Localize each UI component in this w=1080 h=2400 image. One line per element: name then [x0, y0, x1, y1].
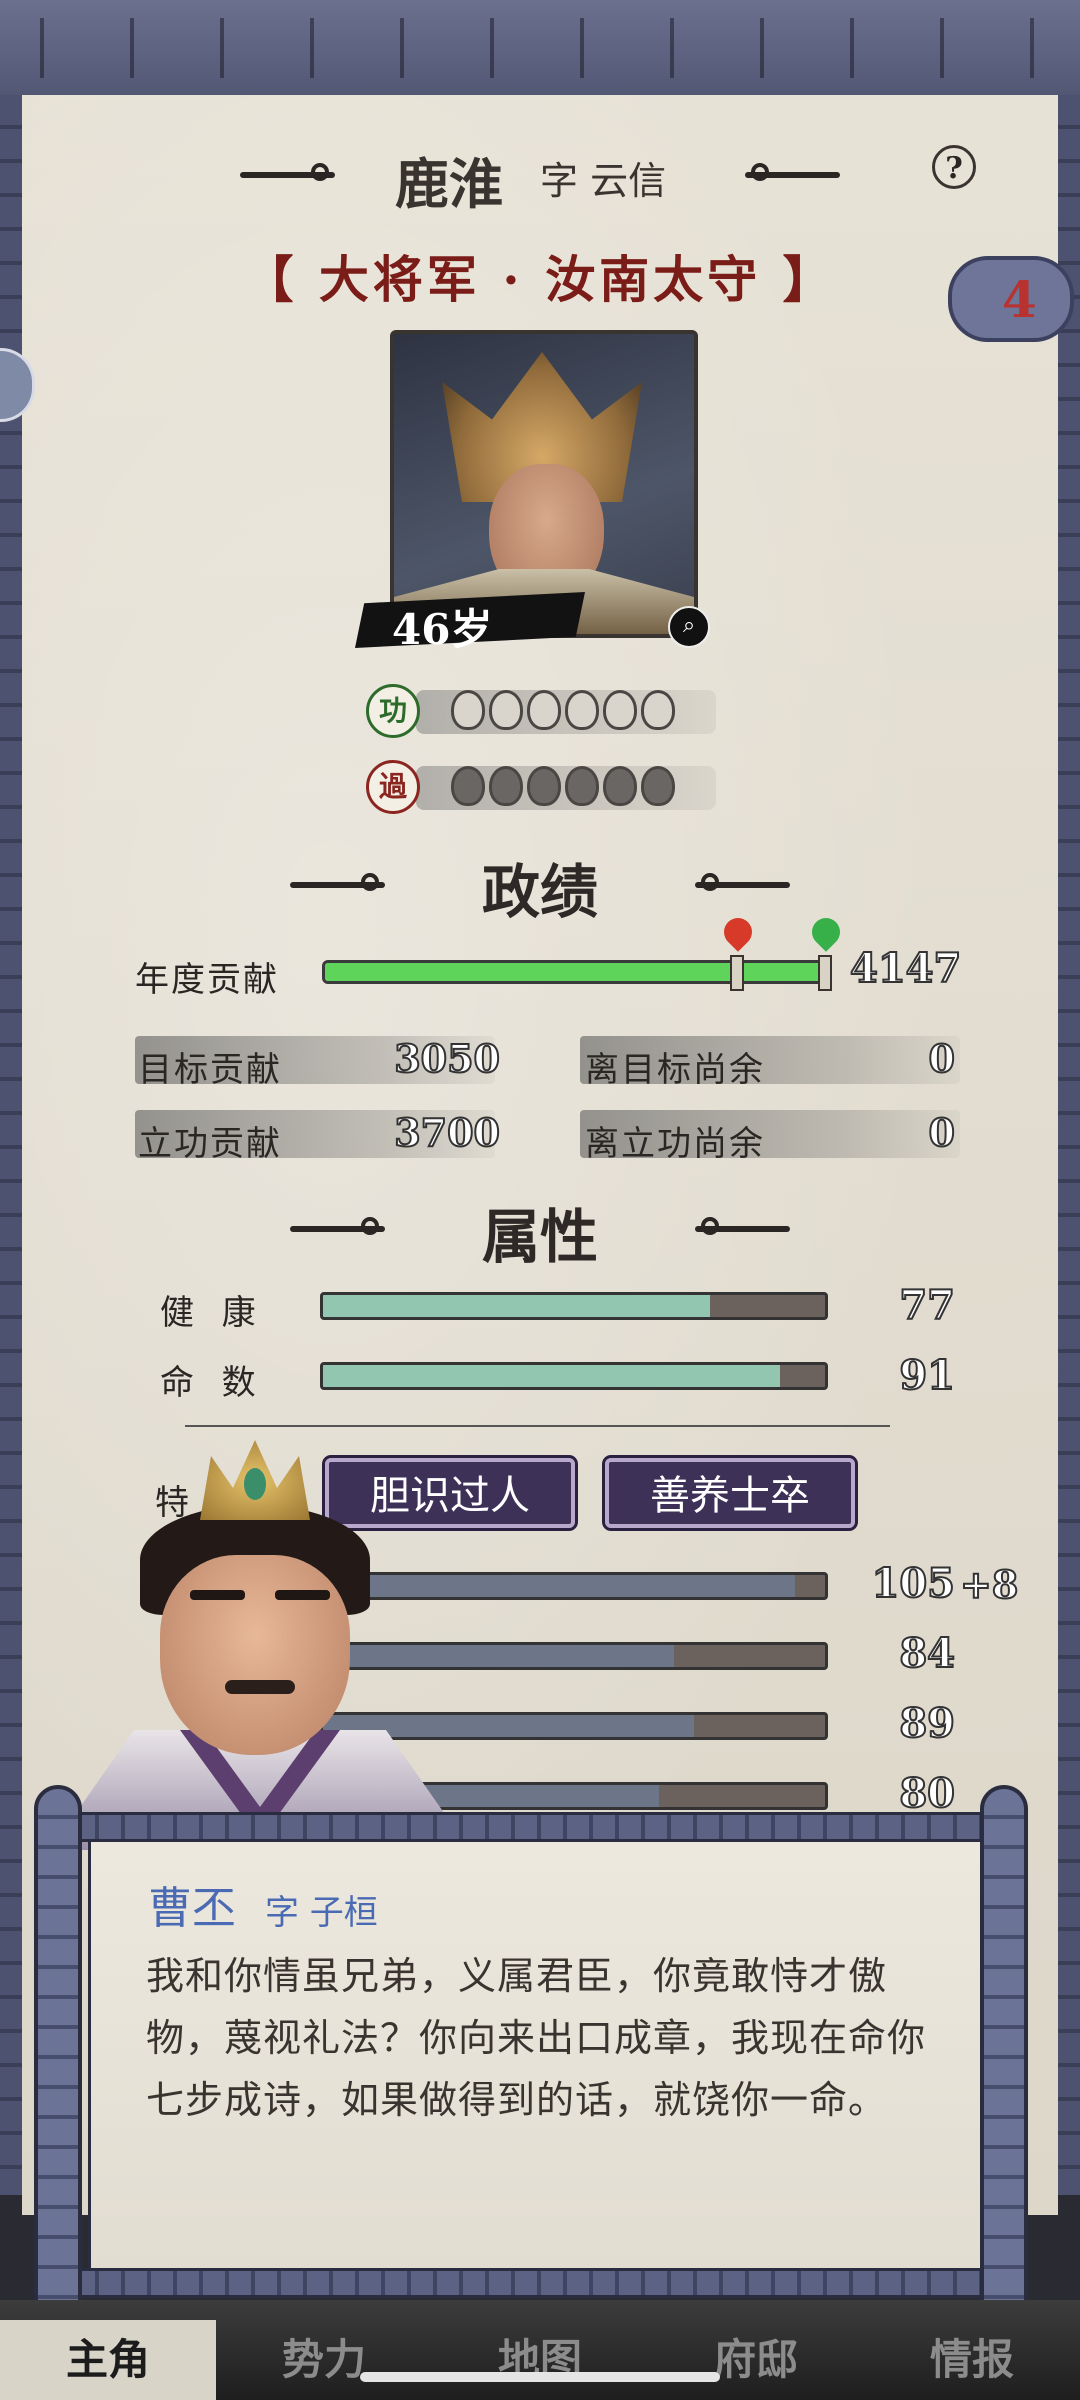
dialog-text: 我和你情虽兄弟，义属君臣，你竟敢恃才傲物，蔑视礼法？你向来出口成章，我现在命你七… — [146, 1954, 927, 2122]
right-frame-border — [1058, 95, 1080, 2195]
merit-token-icon — [489, 690, 523, 730]
speaker-crown-gem — [244, 1468, 266, 1500]
speaker-portrait — [30, 1440, 470, 1850]
attributes-section-title: 属性 — [481, 1203, 598, 1271]
trait-button[interactable]: 善养士卒 — [602, 1455, 858, 1531]
merit-seal-icon: 功 — [366, 684, 420, 738]
target-contribution-value: 3050 — [393, 1035, 501, 1082]
merit-contribution-label: 立功贡献 — [138, 1124, 282, 1164]
fate-bar-fill — [323, 1365, 780, 1387]
distance-target-value: 0 — [928, 1035, 956, 1082]
section-divider — [185, 1425, 890, 1427]
scroll-top-band — [70, 1812, 1010, 1842]
annual-contribution-fill — [325, 963, 825, 981]
home-indicator[interactable] — [360, 2372, 720, 2382]
merit-row: 功 — [366, 684, 716, 738]
speaker-mustache — [225, 1680, 295, 1694]
performance-section-title: 政绩 — [481, 858, 598, 926]
scroll-right-rod — [980, 1785, 1028, 2330]
demerit-token-icon — [451, 766, 485, 806]
distance-target-label: 离目标尚余 — [585, 1050, 765, 1090]
merit-marker — [818, 955, 832, 991]
demerit-seal-icon: 過 — [366, 760, 420, 814]
health-bar-fill — [323, 1295, 710, 1317]
nav-tab-mansion[interactable]: 府邸 — [648, 2320, 864, 2400]
demerit-row: 過 — [366, 760, 716, 814]
target-marker — [730, 955, 744, 991]
demerit-token-icon — [565, 766, 599, 806]
merit-contribution-value: 3700 — [393, 1109, 501, 1156]
age-text: 46岁 — [392, 605, 493, 654]
nav-tab-faction[interactable]: 势力 — [216, 2320, 432, 2400]
scroll-bottom-band — [70, 2268, 1010, 2298]
annual-contribution-bar — [322, 960, 828, 984]
fate-label: 命 数 — [160, 1363, 258, 1403]
help-button[interactable]: ? — [932, 145, 976, 189]
demerit-token-icon — [603, 766, 637, 806]
demerit-token-icon — [527, 766, 561, 806]
speaker-face — [160, 1555, 350, 1755]
distance-merit-value: 0 — [928, 1109, 956, 1156]
dialog-speaker-name: 曹丕 — [148, 1883, 236, 1934]
stat-value: 89 — [898, 1699, 956, 1748]
merit-tokens — [451, 690, 675, 730]
merit-token-icon — [527, 690, 561, 730]
demerit-token-icon — [489, 766, 523, 806]
distance-merit-label: 离立功尚余 — [585, 1124, 765, 1164]
character-portrait[interactable] — [390, 330, 698, 638]
character-name-row: 鹿淮 字 云信 — [0, 140, 1080, 216]
speaker-brow — [275, 1590, 330, 1600]
speaker-brow — [190, 1590, 245, 1600]
character-courtesy-name: 字 云信 — [540, 159, 667, 203]
annual-contribution-value: 4147 — [849, 944, 962, 993]
health-label: 健 康 — [160, 1293, 258, 1333]
scroll-left-rod — [34, 1785, 82, 2330]
nav-tab-protagonist[interactable]: 主角 — [0, 2320, 216, 2400]
merit-token-icon — [641, 690, 675, 730]
health-bar — [320, 1292, 828, 1320]
dialog-speaker-courtesy: 字 子桓 — [265, 1893, 378, 1933]
demerit-token-icon — [641, 766, 675, 806]
stat-value: 105 — [871, 1559, 957, 1608]
merit-token-icon — [451, 690, 485, 730]
annual-contribution-label: 年度贡献 — [135, 960, 279, 1000]
target-contribution-label: 目标贡献 — [138, 1050, 282, 1090]
fate-value: 91 — [898, 1351, 956, 1400]
stat-value: 84 — [898, 1629, 956, 1678]
merit-token-icon — [603, 690, 637, 730]
nav-tab-map[interactable]: 地图 — [432, 2320, 648, 2400]
demerit-tokens — [451, 766, 675, 806]
nav-tab-intel[interactable]: 情报 — [864, 2320, 1080, 2400]
health-value: 77 — [898, 1281, 956, 1330]
top-frame-border — [0, 0, 1080, 101]
fate-bar — [320, 1362, 828, 1390]
stat-value: 80 — [898, 1769, 956, 1818]
magnify-icon[interactable]: ⌕ — [668, 606, 710, 648]
character-name: 鹿淮 — [395, 152, 503, 216]
stat-bonus: +8 — [959, 1561, 1019, 1608]
character-title: 【 大将军 · 汝南太守 】 — [243, 250, 837, 309]
merit-token-icon — [565, 690, 599, 730]
